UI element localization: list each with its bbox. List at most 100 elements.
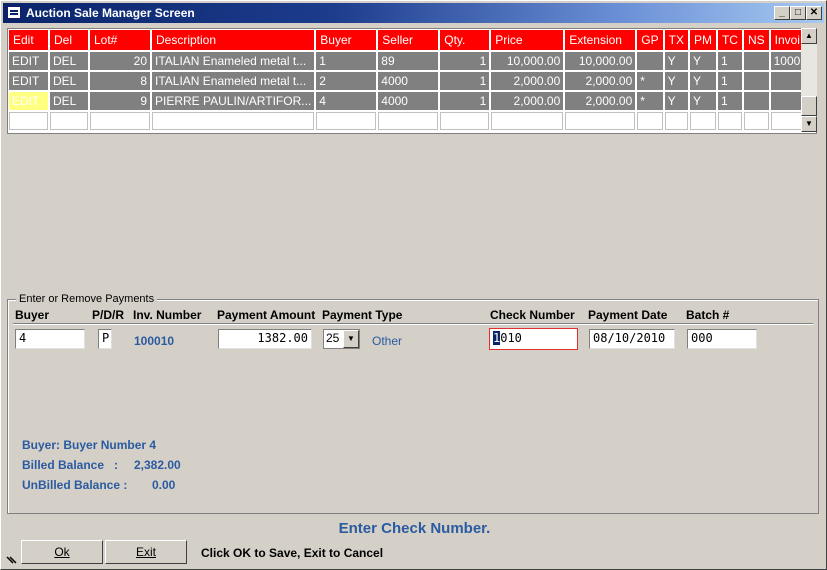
- empty-cell[interactable]: [90, 112, 150, 130]
- billed-balance-label: Billed Balance :: [22, 458, 119, 472]
- del-cell[interactable]: DEL: [50, 72, 88, 90]
- close-button[interactable]: ✕: [806, 6, 822, 20]
- col-header-tc[interactable]: TC: [717, 30, 742, 50]
- scroll-thumb[interactable]: [801, 96, 817, 116]
- batch-header: Batch #: [686, 308, 730, 322]
- qty-cell: 1: [440, 92, 490, 110]
- description-cell: ITALIAN Enameled metal t...: [152, 52, 315, 70]
- description-cell: PIERRE PAULIN/ARTIFOR...: [152, 92, 315, 110]
- table-row[interactable]: EDIT DEL 20 ITALIAN Enameled metal t... …: [9, 52, 804, 70]
- col-header-price[interactable]: Price: [491, 30, 564, 50]
- seller-cell: 4000: [378, 72, 439, 90]
- tc-cell: 1: [717, 72, 742, 90]
- col-header-pm[interactable]: PM: [689, 30, 716, 50]
- price-cell: 10,000.00: [491, 52, 564, 70]
- table-row-empty[interactable]: [9, 112, 804, 130]
- empty-cell[interactable]: [664, 112, 688, 130]
- empty-cell[interactable]: [378, 112, 439, 130]
- scroll-down-arrow-icon[interactable]: ▼: [801, 116, 817, 132]
- payment-date-input[interactable]: 08/10/2010: [589, 329, 675, 349]
- save-hint: Click OK to Save, Exit to Cancel: [201, 546, 384, 560]
- edit-cell[interactable]: EDIT: [9, 52, 48, 70]
- check-number-header: Check Number: [490, 308, 575, 322]
- col-header-del[interactable]: Del: [50, 30, 88, 50]
- payment-amount-header: Payment Amount: [217, 308, 316, 322]
- empty-cell[interactable]: [770, 112, 804, 130]
- col-header-description[interactable]: Description: [152, 30, 315, 50]
- del-cell[interactable]: DEL: [50, 92, 88, 110]
- empty-cell[interactable]: [743, 112, 769, 130]
- status-message: Enter Check Number.: [338, 520, 491, 537]
- check-number-rest: 010: [500, 331, 522, 345]
- description-cell: ITALIAN Enameled metal t...: [152, 72, 315, 90]
- lot-cell: 9: [90, 92, 150, 110]
- minimize-button[interactable]: _: [774, 6, 790, 20]
- buyer-cell: 2: [316, 72, 377, 90]
- batch-input[interactable]: 000: [687, 329, 757, 349]
- chevron-down-icon[interactable]: ▼: [343, 330, 359, 348]
- price-cell: 2,000.00: [491, 72, 564, 90]
- title-bar[interactable]: Auction Sale Manager Screen _ □ ✕: [3, 3, 824, 23]
- empty-cell[interactable]: [152, 112, 315, 130]
- maximize-button[interactable]: □: [790, 6, 806, 20]
- invoice-cell: [770, 72, 804, 90]
- col-header-tx[interactable]: TX: [664, 30, 688, 50]
- empty-cell[interactable]: [316, 112, 377, 130]
- billed-balance-value: 2,382.00: [134, 458, 181, 472]
- buyer-cell: 4: [316, 92, 377, 110]
- seller-cell: 4000: [378, 92, 439, 110]
- resize-grip-icon[interactable]: [5, 553, 17, 565]
- empty-cell[interactable]: [491, 112, 564, 130]
- scroll-up-arrow-icon[interactable]: ▲: [801, 28, 817, 44]
- exit-button[interactable]: Exit: [105, 540, 187, 564]
- col-header-seller[interactable]: Seller: [378, 30, 439, 50]
- empty-cell[interactable]: [689, 112, 716, 130]
- empty-cell[interactable]: [637, 112, 663, 130]
- del-cell[interactable]: DEL: [50, 52, 88, 70]
- empty-cell[interactable]: [9, 112, 48, 130]
- buyer-input[interactable]: 4: [15, 329, 85, 349]
- empty-cell[interactable]: [440, 112, 490, 130]
- col-header-qty[interactable]: Qty.: [440, 30, 490, 50]
- payment-type-code: 25: [326, 331, 340, 345]
- edit-cell[interactable]: EDIT: [9, 72, 48, 90]
- table-row[interactable]: EDIT DEL 9 PIERRE PAULIN/ARTIFOR... 4 40…: [9, 92, 804, 110]
- col-header-gp[interactable]: GP: [637, 30, 663, 50]
- invoice-number-value: 100010: [134, 334, 175, 348]
- col-header-buyer[interactable]: Buyer: [316, 30, 377, 50]
- pm-cell: Y: [689, 52, 716, 70]
- extension-cell: 2,000.00: [565, 72, 636, 90]
- payment-date-header: Payment Date: [588, 308, 668, 322]
- check-number-input[interactable]: 1010: [489, 328, 578, 350]
- ns-cell: [743, 52, 769, 70]
- empty-cell[interactable]: [565, 112, 636, 130]
- payments-legend: Enter or Remove Payments: [16, 293, 158, 305]
- pdr-input[interactable]: P: [98, 329, 112, 349]
- payment-amount-input[interactable]: 1382.00: [218, 329, 312, 349]
- ok-button[interactable]: Ok: [21, 540, 103, 564]
- tx-cell: Y: [664, 92, 688, 110]
- payment-type-header: Payment Type: [322, 308, 403, 322]
- lot-cell: 20: [90, 52, 150, 70]
- grid-vertical-scrollbar[interactable]: ▲ ▼: [801, 28, 817, 132]
- empty-cell[interactable]: [717, 112, 742, 130]
- ok-button-label: Ok: [54, 545, 70, 559]
- col-header-invoice[interactable]: Invoi: [770, 30, 804, 50]
- buyer-summary: Buyer: Buyer Number 4: [22, 438, 157, 452]
- col-header-ns[interactable]: NS: [743, 30, 769, 50]
- empty-cell[interactable]: [50, 112, 88, 130]
- app-icon: [7, 6, 21, 19]
- extension-cell: 2,000.00: [565, 92, 636, 110]
- seller-cell: 89: [378, 52, 439, 70]
- table-row[interactable]: EDIT DEL 8 ITALIAN Enameled metal t... 2…: [9, 72, 804, 90]
- edit-cell[interactable]: EDIT: [9, 92, 48, 110]
- app-window: Auction Sale Manager Screen _ □ ✕ Edit D…: [0, 0, 827, 570]
- price-cell: 2,000.00: [491, 92, 564, 110]
- col-header-lot[interactable]: Lot#: [90, 30, 150, 50]
- col-header-edit[interactable]: Edit: [9, 30, 48, 50]
- gp-cell: [637, 52, 663, 70]
- sales-grid[interactable]: Edit Del Lot# Description Buyer Seller Q…: [7, 28, 817, 134]
- payment-type-select[interactable]: 25 ▼: [323, 329, 360, 349]
- col-header-extension[interactable]: Extension: [565, 30, 636, 50]
- invoice-cell: 1000: [770, 52, 804, 70]
